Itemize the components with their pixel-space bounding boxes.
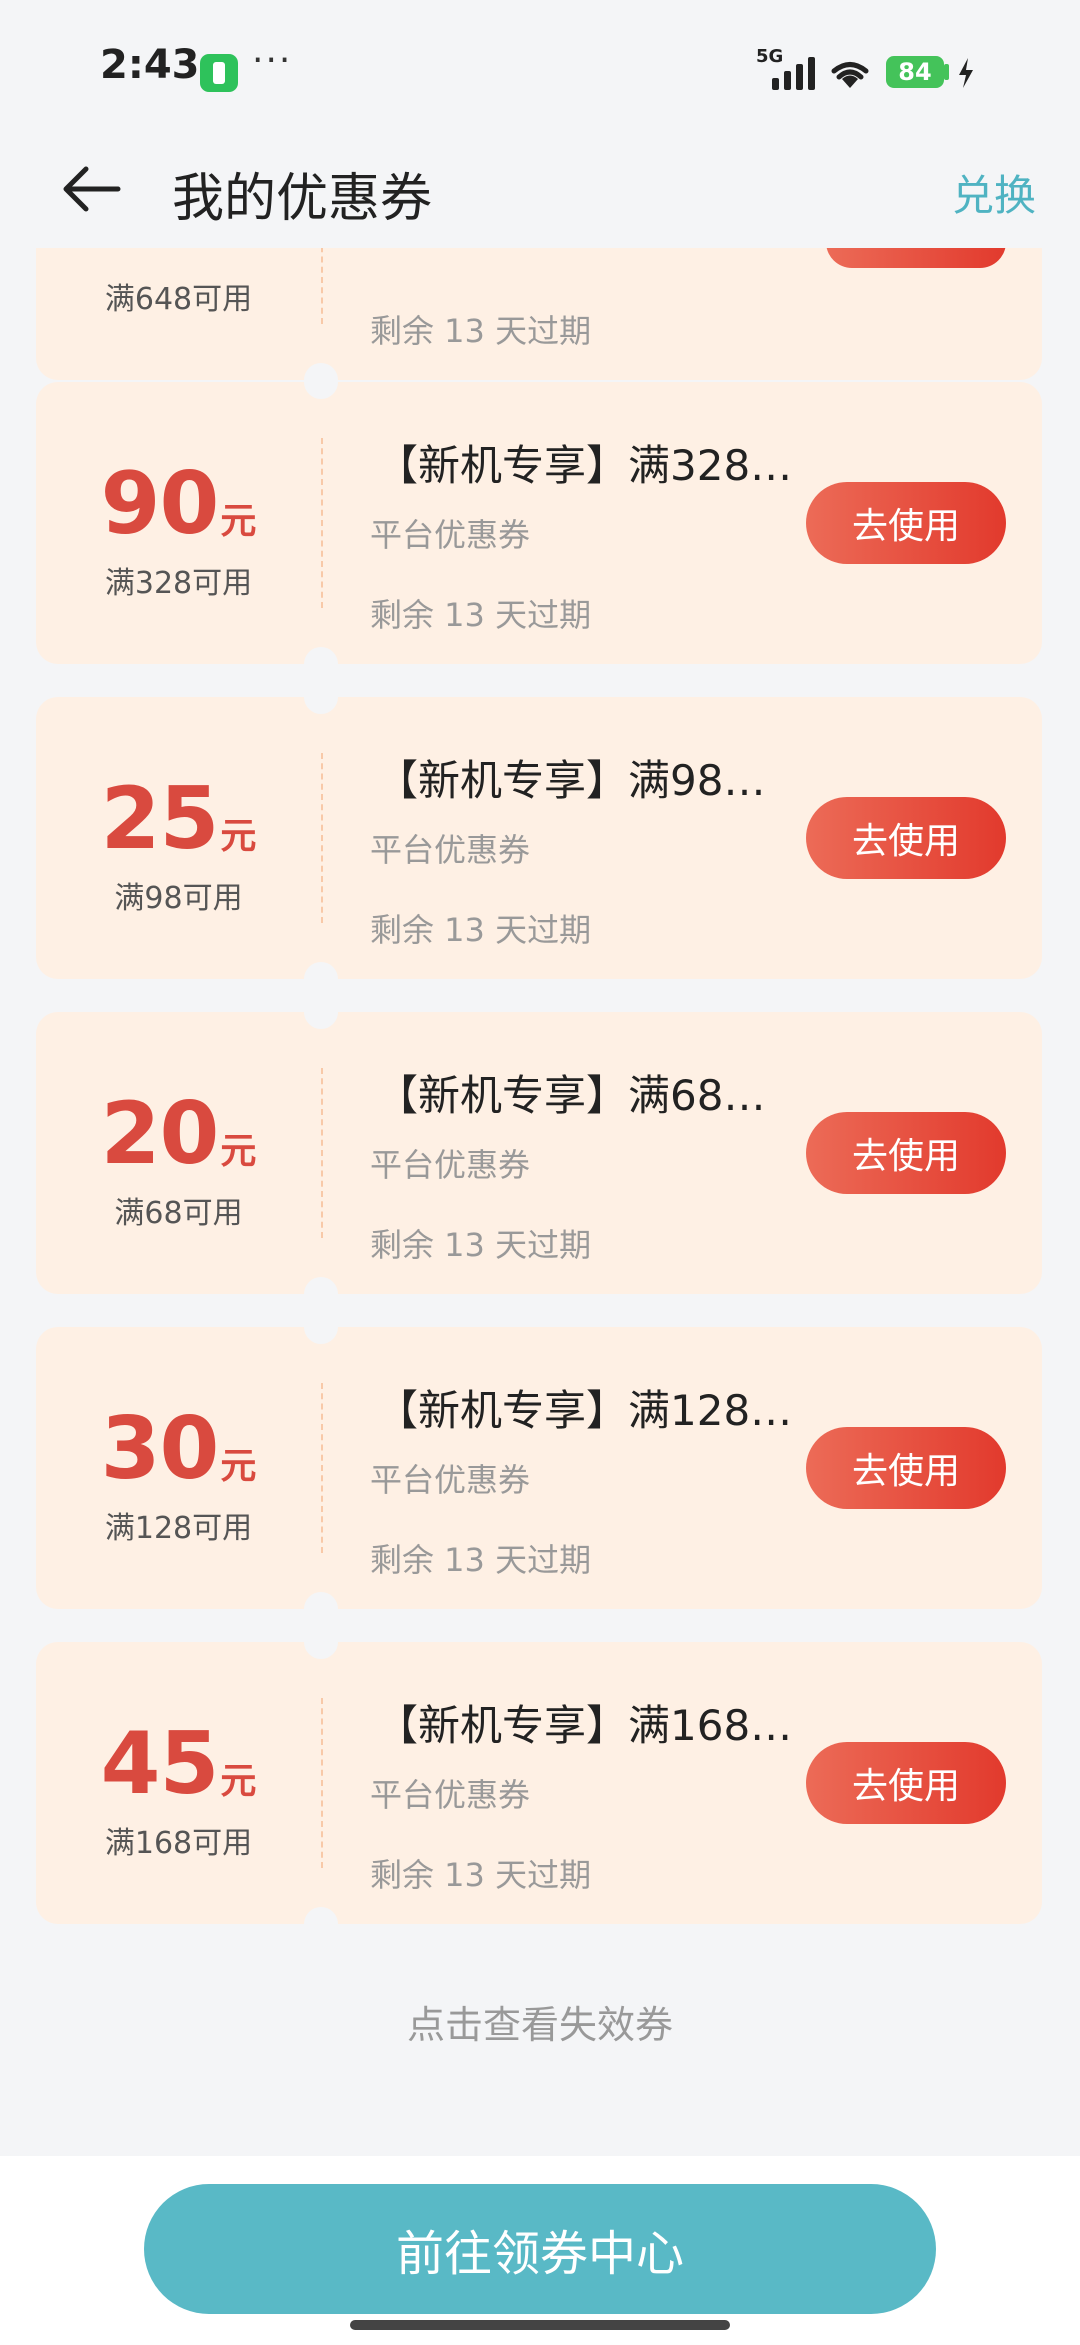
coupon-type: 平台优惠券	[370, 1146, 531, 1184]
coupon-notch	[304, 697, 338, 714]
bottom-bar: 前往领券中心	[0, 2156, 1080, 2345]
page-header: 我的优惠券 兑换	[0, 130, 1080, 248]
charging-icon	[959, 58, 973, 88]
coupon-title: 【新机专享】满68…	[376, 1071, 766, 1120]
coupon-expiry: 剩余 13 天过期	[370, 312, 592, 350]
coupon-title: 【新机专享】满328…	[376, 441, 793, 490]
coupon-amount: 25元	[100, 769, 257, 869]
coupon-type: 平台优惠券	[370, 516, 531, 554]
coupon-notch	[304, 1327, 338, 1344]
coupon-divider	[321, 753, 323, 923]
page-title: 我的优惠券	[172, 169, 433, 229]
coupon-notch	[304, 1642, 338, 1659]
coupon-divider	[321, 1698, 323, 1868]
coupon-amount: 45元	[100, 1714, 257, 1814]
coupon-condition: 满168可用	[104, 1826, 253, 1861]
signal-icon	[772, 57, 815, 90]
app-notification-icon	[200, 54, 238, 92]
home-indicator[interactable]	[350, 2320, 730, 2330]
exchange-link[interactable]: 兑换	[952, 162, 1036, 223]
coupon-divider	[321, 1383, 323, 1553]
coupon-card: 30元 满128可用 【新机专享】满128… 平台优惠券 剩余 13 天过期 去…	[36, 1327, 1042, 1609]
coupon-amount: 30元	[100, 1399, 257, 1499]
coupon-card-partial: 满648可用 剩余 13 天过期	[36, 248, 1042, 380]
view-expired-coupons-link[interactable]: 点击查看失效券	[0, 1994, 1080, 2049]
use-coupon-button[interactable]: 去使用	[806, 797, 1006, 879]
coupon-list[interactable]: 满648可用 剩余 13 天过期 90元 满328可用 【新机专享】满328… …	[0, 248, 1080, 1948]
coupon-divider	[321, 248, 323, 324]
use-coupon-button[interactable]: 去使用	[806, 1112, 1006, 1194]
coupon-condition: 满68可用	[114, 1196, 243, 1231]
coupon-notch	[304, 1012, 338, 1029]
use-coupon-button[interactable]: 去使用	[806, 1742, 1006, 1824]
coupon-amount: 20元	[100, 1084, 257, 1184]
coupon-card: 90元 满328可用 【新机专享】满328… 平台优惠券 剩余 13 天过期 去…	[36, 382, 1042, 664]
coupon-condition: 满98可用	[114, 881, 243, 916]
coupon-notch	[304, 382, 338, 399]
coupon-title: 【新机专享】满128…	[376, 1386, 793, 1435]
more-notifications-icon: ···	[252, 40, 293, 81]
coupon-card: 20元 满68可用 【新机专享】满68… 平台优惠券 剩余 13 天过期 去使用	[36, 1012, 1042, 1294]
coupon-expiry: 剩余 13 天过期	[370, 1856, 592, 1894]
coupon-condition: 满328可用	[104, 566, 253, 601]
coupon-notch	[304, 647, 338, 664]
coupon-expiry: 剩余 13 天过期	[370, 1226, 592, 1264]
coupon-type: 平台优惠券	[370, 1461, 531, 1499]
coupon-type: 平台优惠券	[370, 831, 531, 869]
coupon-notch	[304, 1907, 338, 1924]
coupon-amount: 90元	[100, 454, 257, 554]
coupon-notch	[304, 962, 338, 979]
coupon-type: 平台优惠券	[370, 1776, 531, 1814]
coupon-expiry: 剩余 13 天过期	[370, 596, 592, 634]
battery-cap	[944, 64, 949, 80]
coupon-title: 【新机专享】满98…	[376, 756, 766, 805]
coupon-card: 25元 满98可用 【新机专享】满98… 平台优惠券 剩余 13 天过期 去使用	[36, 697, 1042, 979]
coupon-card: 45元 满168可用 【新机专享】满168… 平台优惠券 剩余 13 天过期 去…	[36, 1642, 1042, 1924]
use-coupon-button[interactable]: 去使用	[806, 1427, 1006, 1509]
coupon-notch	[304, 1592, 338, 1609]
use-coupon-button[interactable]: 去使用	[806, 482, 1006, 564]
battery-icon: 84	[886, 56, 944, 88]
go-to-coupon-center-button[interactable]: 前往领券中心	[144, 2184, 936, 2314]
coupon-divider	[321, 1068, 323, 1238]
coupon-notch	[304, 363, 338, 380]
status-time: 2:43	[100, 42, 200, 88]
coupon-condition: 满128可用	[104, 1511, 253, 1546]
coupon-title: 【新机专享】满168…	[376, 1701, 793, 1750]
coupon-condition: 满648可用	[104, 282, 253, 317]
coupon-divider	[321, 438, 323, 608]
wifi-icon	[831, 62, 869, 88]
coupon-notch	[304, 1277, 338, 1294]
use-button-partial[interactable]	[826, 248, 1006, 268]
status-bar: 2:43 ··· 5G 84	[0, 0, 1080, 130]
coupon-expiry: 剩余 13 天过期	[370, 1541, 592, 1579]
back-arrow-icon[interactable]	[56, 154, 126, 224]
coupon-expiry: 剩余 13 天过期	[370, 911, 592, 949]
